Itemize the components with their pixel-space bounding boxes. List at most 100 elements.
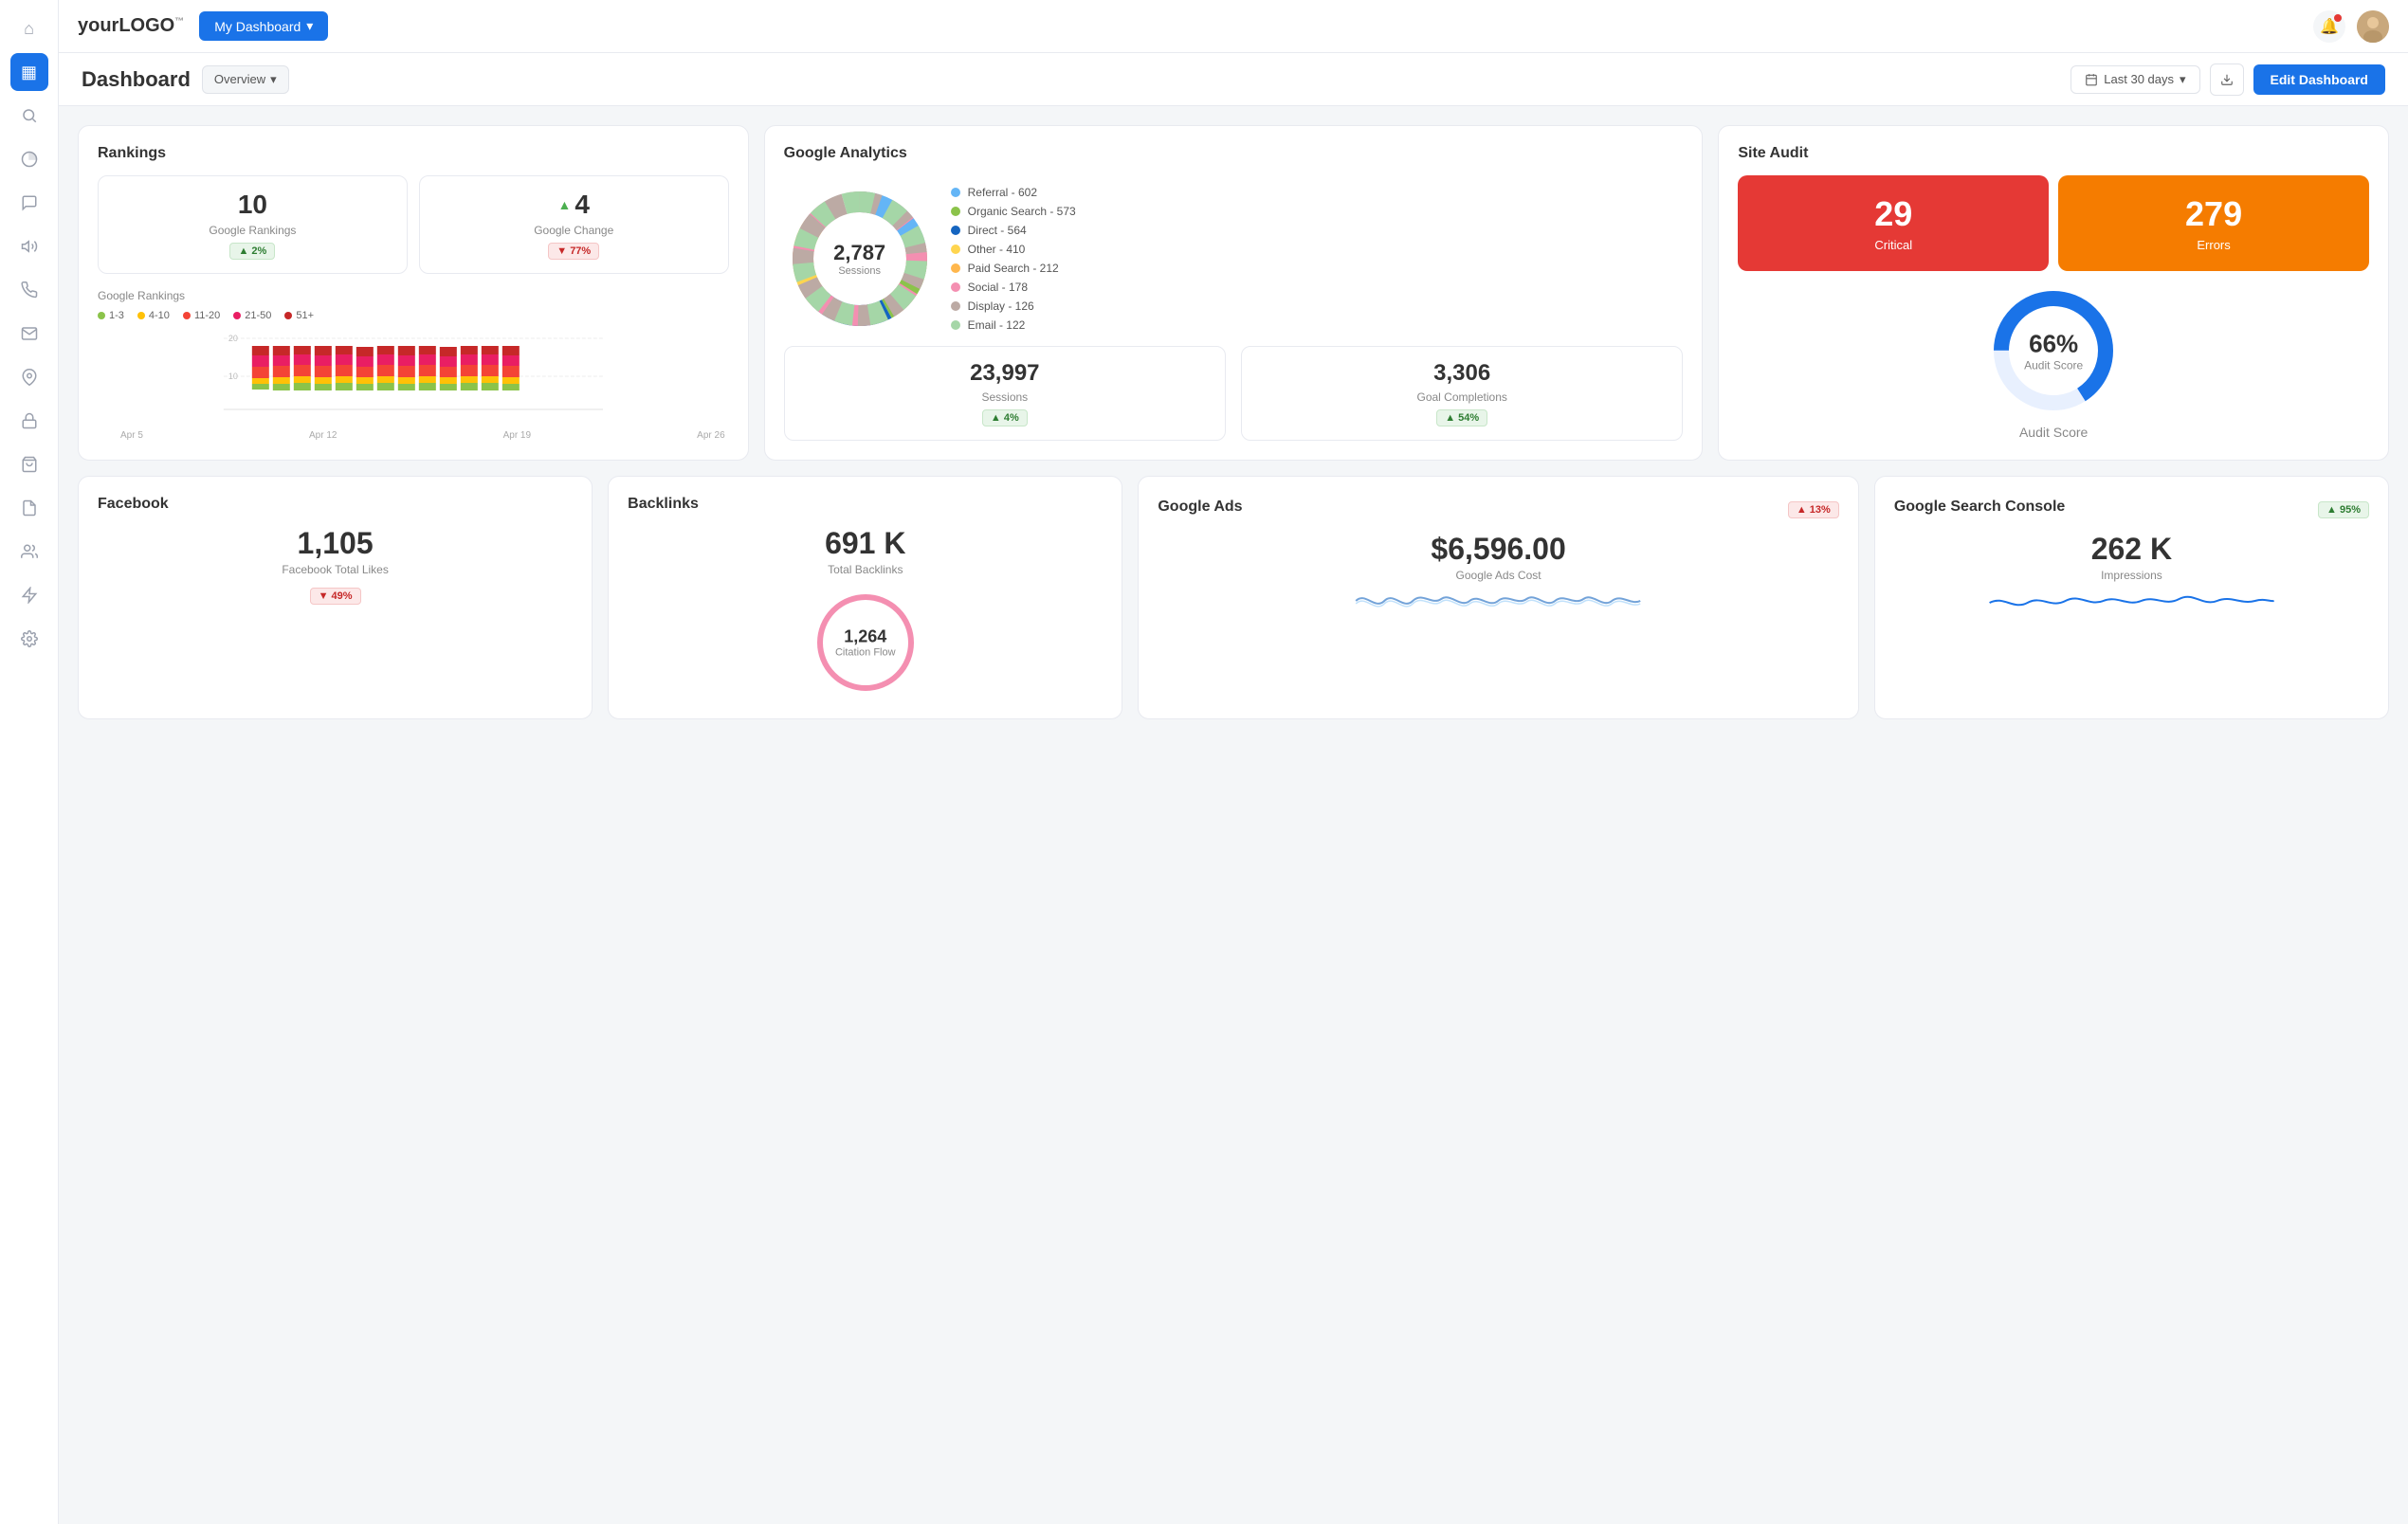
ga-stats-row: 23,997 Sessions ▲ 4% 3,306 Goal Completi… [784, 346, 1684, 441]
overview-button[interactable]: Overview ▾ [202, 65, 289, 94]
legend-dot-21-50 [233, 312, 241, 319]
ga-legend-direct: Direct - 564 [951, 224, 1076, 237]
ga-donut-wrap: 2,787 Sessions [784, 183, 936, 335]
search-icon[interactable] [10, 97, 48, 135]
ga-goals-badge: ▲ 54% [1436, 409, 1487, 426]
logo-text: your [78, 15, 119, 36]
sidebar: ⌂ ▦ [0, 0, 59, 1524]
facebook-card: Facebook 1,105 Facebook Total Likes ▼ 49… [78, 476, 593, 719]
google-ads-wave-svg [1158, 582, 1838, 620]
ga-sessions-stat: 23,997 Sessions ▲ 4% [784, 346, 1226, 441]
legend-dot-51plus [284, 312, 292, 319]
topnav: yourLOGO™ My Dashboard ▾ 🔔 [59, 0, 2408, 53]
facebook-label: Facebook Total Likes [98, 563, 573, 576]
audit-errors-box: 279 Errors [2058, 175, 2369, 271]
logo: yourLOGO™ [78, 15, 184, 37]
audit-errors-label: Errors [2071, 238, 2356, 252]
chart-icon[interactable] [10, 140, 48, 178]
google-ads-badge: ▲ 13% [1788, 501, 1839, 518]
audit-score-text: Audit Score [2024, 359, 2083, 372]
top-row: Rankings 10 Google Rankings ▲ 2% ▲ 4 Goo… [78, 125, 2389, 461]
ga-inner: 2,787 Sessions Referral - 602 Organic Se… [784, 175, 1684, 342]
audit-donut-container: 66% Audit Score [1987, 284, 2120, 417]
google-analytics-card: Google Analytics [764, 125, 1704, 461]
ga-goals-value: 3,306 [1255, 360, 1669, 387]
google-change-label: Google Change [433, 224, 715, 237]
ga-sessions-stat-value: 23,997 [798, 360, 1212, 387]
google-change-metric: ▲ 4 Google Change ▼ 77% [419, 175, 729, 274]
rankings-metrics: 10 Google Rankings ▲ 2% ▲ 4 Google Chang… [98, 175, 729, 274]
google-change-value: 4 [575, 190, 590, 220]
google-ads-title: Google Ads [1158, 499, 1242, 516]
phone-icon[interactable] [10, 271, 48, 309]
legend-51plus: 51+ [284, 310, 314, 321]
settings-icon[interactable] [10, 620, 48, 658]
citation-flow-wrap: 1,264 Citation Flow [628, 586, 1103, 699]
audit-score-wrap: 66% Audit Score Audit Score [1738, 284, 2369, 440]
ga-goals-label: Goal Completions [1255, 390, 1669, 404]
integration-icon[interactable] [10, 576, 48, 614]
users-icon[interactable] [10, 533, 48, 571]
audit-critical-box: 29 Critical [1738, 175, 2049, 271]
ga-legend-display: Display - 126 [951, 299, 1076, 313]
audit-top: 29 Critical 279 Errors [1738, 175, 2369, 271]
backlinks-card: Backlinks 691 K Total Backlinks 1,264 Ci… [608, 476, 1122, 719]
location-icon[interactable] [10, 358, 48, 396]
ga-title: Google Analytics [784, 145, 1684, 162]
google-ads-value: $6,596.00 [1158, 532, 1838, 567]
date-range-button[interactable]: Last 30 days ▾ [2071, 65, 2199, 94]
google-change-badge: ▼ 77% [548, 243, 599, 260]
facebook-badge: ▼ 49% [310, 588, 361, 605]
logo-tm: ™ [174, 16, 184, 27]
chat-icon[interactable] [10, 184, 48, 222]
google-ads-header: Google Ads ▲ 13% [1158, 496, 1838, 518]
svg-text:10: 10 [228, 372, 238, 381]
ga-legend-paid: Paid Search - 212 [951, 262, 1076, 275]
citation-flow-label: 1,264 Citation Flow [835, 627, 896, 659]
topnav-right: 🔔 [2313, 10, 2389, 43]
ga-legend-referral: Referral - 602 [951, 186, 1076, 199]
gsc-badge: ▲ 95% [2318, 501, 2369, 518]
legend-21-50: 21-50 [233, 310, 271, 321]
home-icon[interactable]: ⌂ [10, 9, 48, 47]
mail-icon[interactable] [10, 315, 48, 353]
google-rankings-value: 10 [112, 190, 393, 220]
legend-11-20: 11-20 [183, 310, 220, 321]
legend-1-3: 1-3 [98, 310, 124, 321]
audit-errors-value: 279 [2071, 194, 2356, 234]
google-rankings-label: Google Rankings [112, 224, 393, 237]
bar-chart-svg: 20 10 [98, 329, 729, 424]
audit-critical-label: Critical [1751, 238, 2035, 252]
facebook-title: Facebook [98, 496, 573, 513]
bag-icon[interactable] [10, 445, 48, 483]
legend-dot-4-10 [137, 312, 145, 319]
logo-bold: LOGO [119, 15, 174, 36]
ga-legend-other: Other - 410 [951, 243, 1076, 256]
citation-flow-sub: Citation Flow [835, 647, 896, 659]
backlinks-title: Backlinks [628, 496, 1103, 513]
file-icon[interactable] [10, 489, 48, 527]
facebook-value: 1,105 [98, 526, 573, 561]
legend-dot-1-3 [98, 312, 105, 319]
legend-4-10: 4-10 [137, 310, 170, 321]
rankings-title: Rankings [98, 145, 729, 162]
site-audit-card: Site Audit 29 Critical 279 Errors [1718, 125, 2389, 461]
backlinks-label: Total Backlinks [628, 563, 1103, 576]
audit-score-percent: 66% [2024, 330, 2083, 359]
edit-dashboard-button[interactable]: Edit Dashboard [2253, 64, 2385, 95]
megaphone-icon[interactable] [10, 227, 48, 265]
ga-sessions-stat-label: Sessions [798, 390, 1212, 404]
notification-button[interactable]: 🔔 [2313, 10, 2345, 43]
chart-legend: 1-3 4-10 11-20 21-50 [98, 310, 729, 321]
audit-score-label-wrap: 66% Audit Score [2024, 330, 2083, 372]
avatar[interactable] [2357, 10, 2389, 43]
lock-icon[interactable] [10, 402, 48, 440]
my-dashboard-button[interactable]: My Dashboard ▾ [199, 11, 328, 41]
gsc-title: Google Search Console [1894, 499, 2065, 516]
svg-text:20: 20 [228, 334, 238, 343]
download-button[interactable] [2210, 64, 2244, 96]
main-area: yourLOGO™ My Dashboard ▾ 🔔 Dashboard Ove… [59, 0, 2408, 1524]
ga-legend-organic: Organic Search - 573 [951, 205, 1076, 218]
rankings-chart-section: Google Rankings 1-3 4-10 11-20 [98, 289, 729, 441]
dashboard-icon[interactable]: ▦ [10, 53, 48, 91]
